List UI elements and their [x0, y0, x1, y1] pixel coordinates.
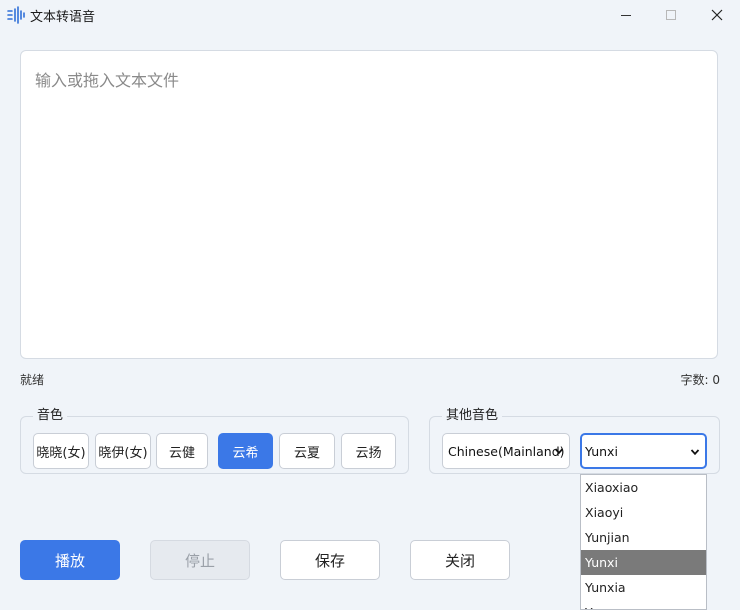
minimize-icon [621, 15, 631, 16]
text-input-placeholder: 输入或拖入文本文件 [35, 71, 180, 90]
dropdown-option[interactable]: Yunxia [581, 575, 706, 600]
char-count: 字数: 0 [680, 373, 721, 387]
window-title: 文本转语音 [30, 10, 96, 25]
close-icon [711, 9, 723, 21]
voice-button-yunjian[interactable]: 云健 [156, 433, 208, 469]
voice-button-yunxia[interactable]: 云夏 [279, 433, 335, 469]
dropdown-option[interactable]: Xiaoyi [581, 500, 706, 525]
voice-button-yunxi[interactable]: 云希 [218, 433, 273, 469]
save-button[interactable]: 保存 [280, 540, 380, 580]
voice-button-xiaoxiao[interactable]: 晓晓(女) [33, 433, 89, 469]
maximize-button[interactable] [648, 0, 694, 30]
voice-dropdown-list: Xiaoxiao Xiaoyi Yunjian Yunxi Yunxia Yun… [580, 474, 707, 610]
close-window-button[interactable] [694, 0, 740, 30]
language-select-value: Chinese(Mainland) [448, 443, 565, 459]
language-select[interactable]: Chinese(Mainland) [442, 433, 570, 469]
dropdown-option-selected[interactable]: Yunxi [581, 550, 706, 575]
status-text: 就绪 [20, 373, 45, 387]
stop-button[interactable]: 停止 [150, 540, 250, 580]
other-voice-group: 其他音色 Chinese(Mainland) Yunxi [429, 408, 720, 474]
maximize-icon [666, 10, 676, 20]
voice-select-value: Yunxi [585, 443, 618, 459]
minimize-button[interactable] [603, 0, 649, 30]
title-bar: 文本转语音 [0, 0, 740, 30]
play-button[interactable]: 播放 [20, 540, 120, 580]
voice-button-yunyang[interactable]: 云扬 [341, 433, 396, 469]
text-input-area[interactable]: 输入或拖入文本文件 [20, 50, 718, 359]
voice-group: 音色 晓晓(女) 晓伊(女) 云健 云希 云夏 云扬 [20, 408, 409, 474]
chevron-down-icon [554, 448, 564, 455]
voice-button-xiaoyi[interactable]: 晓伊(女) [95, 433, 151, 469]
other-voice-legend: 其他音色 [442, 408, 503, 424]
chevron-down-icon [690, 449, 700, 456]
dropdown-option[interactable]: Yunyang [581, 600, 706, 609]
audio-wave-icon [7, 6, 25, 24]
voice-select[interactable]: Yunxi [580, 433, 707, 469]
dropdown-option[interactable]: Yunjian [581, 525, 706, 550]
close-button[interactable]: 关闭 [410, 540, 510, 580]
dropdown-option[interactable]: Xiaoxiao [581, 475, 706, 500]
voice-group-legend: 音色 [33, 408, 68, 424]
